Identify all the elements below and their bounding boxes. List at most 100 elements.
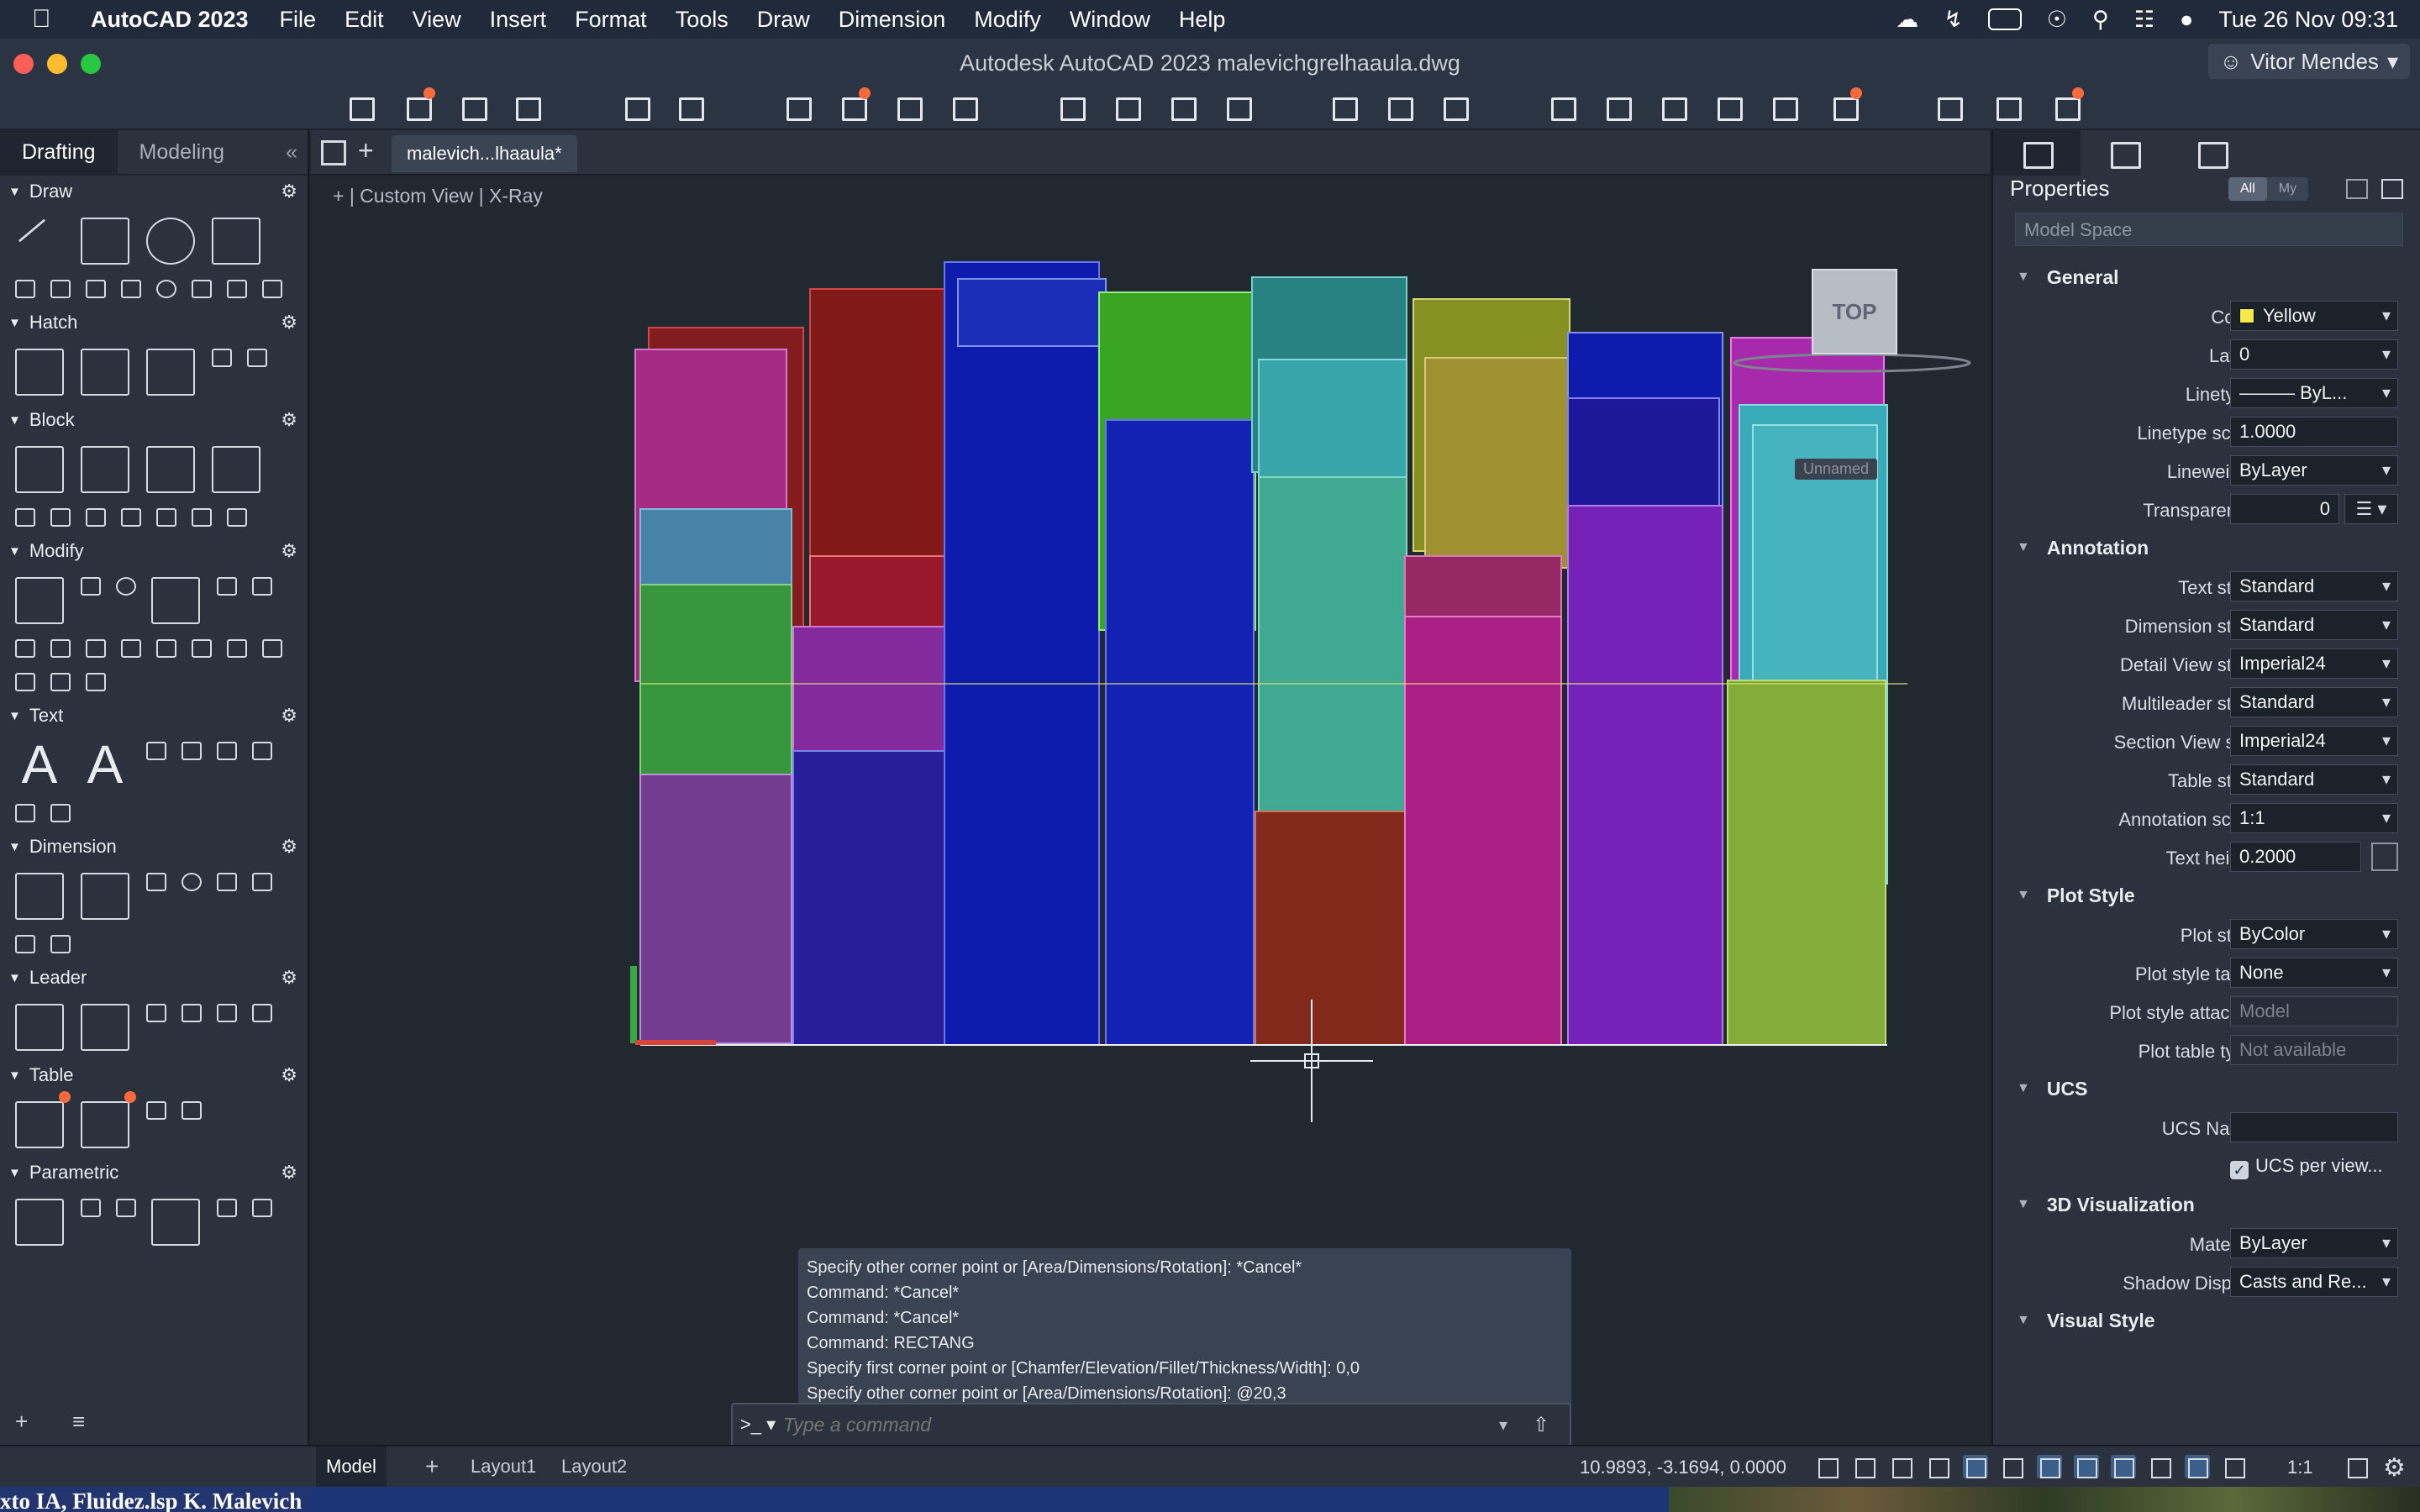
layer-state-icon[interactable] xyxy=(1602,92,1632,121)
annotation-scale-button[interactable]: 1:1 xyxy=(2287,1457,2313,1478)
group-annotation[interactable]: ▼ Annotation xyxy=(1993,528,2420,567)
block-library-icon[interactable] xyxy=(222,503,250,530)
object-snap-tracking-icon[interactable] xyxy=(2148,1455,2173,1478)
lock-icon[interactable] xyxy=(212,1194,240,1221)
spline-icon[interactable] xyxy=(45,275,74,302)
create-block-icon[interactable] xyxy=(76,441,134,496)
quick-dimension-icon[interactable] xyxy=(76,868,134,923)
erase-icon[interactable] xyxy=(187,634,215,661)
new-drawing-icon[interactable] xyxy=(345,92,375,121)
section-dimension-header[interactable]: ▼ Dimension ⚙ xyxy=(0,831,308,863)
break-icon[interactable] xyxy=(222,634,250,661)
xline-icon[interactable] xyxy=(222,275,250,302)
menubar-app-name[interactable]: AutoCAD 2023 xyxy=(91,7,249,33)
group-plot-style[interactable]: ▼ Plot Style xyxy=(1993,876,2420,915)
workspace-icon[interactable] xyxy=(2344,1455,2370,1478)
radius-dimension-icon[interactable] xyxy=(176,868,205,895)
isodraft-icon[interactable] xyxy=(1963,1455,1988,1478)
line-icon[interactable] xyxy=(10,213,69,268)
linetype-dropdown[interactable]: ——— ByL... xyxy=(2230,378,2398,408)
cursor-coordinates[interactable]: 10.9893, -3.1694, 0.0000 xyxy=(1580,1457,1786,1478)
blocks-tab-icon[interactable] xyxy=(2168,130,2255,176)
section-table-header[interactable]: ▼ Table ⚙ xyxy=(0,1059,308,1091)
coincident-icon[interactable] xyxy=(76,1194,104,1221)
plot-style-dropdown[interactable]: ByColor xyxy=(2230,919,2398,949)
battery-icon[interactable] xyxy=(1987,8,2022,30)
copy-icon[interactable] xyxy=(76,572,104,599)
gear-icon[interactable]: ⚙ xyxy=(281,312,297,333)
gear-icon[interactable]: ⚙ xyxy=(281,705,297,727)
menu-help[interactable]: Help xyxy=(1179,7,1226,33)
plot-icon[interactable] xyxy=(781,92,812,121)
ucs-dropdown[interactable]: Unnamed xyxy=(1795,459,1878,480)
attribute-icon[interactable] xyxy=(10,503,39,530)
trim-scissors-icon[interactable] xyxy=(146,572,205,627)
layer-dropdown[interactable]: 0 xyxy=(2230,339,2398,370)
command-prompt-button[interactable]: >_ ▾ xyxy=(733,1414,783,1436)
pick-height-icon[interactable] xyxy=(2371,843,2398,871)
monitor-icon[interactable] xyxy=(2050,87,2084,121)
menu-window[interactable]: Window xyxy=(1070,7,1150,33)
text-style-dropdown[interactable]: Standard xyxy=(2230,571,2398,601)
auto-constrain-icon[interactable] xyxy=(10,1194,69,1249)
add-leader-icon[interactable] xyxy=(141,999,170,1026)
text-style-icon[interactable] xyxy=(141,737,170,764)
grid-icon[interactable] xyxy=(1815,1455,1840,1478)
multileader-style-dropdown[interactable]: Standard xyxy=(2230,687,2398,717)
ucs-name-field[interactable] xyxy=(2230,1112,2398,1142)
extract-table-icon[interactable] xyxy=(176,1096,205,1123)
menu-modify[interactable]: Modify xyxy=(974,7,1041,33)
creative-cloud-icon[interactable]: ☁ xyxy=(1896,7,1918,33)
apple-icon[interactable]:  xyxy=(32,5,66,34)
menu-draw[interactable]: Draw xyxy=(757,7,810,33)
spell-check-icon[interactable] xyxy=(176,737,205,764)
gear-icon[interactable]: ⚙ xyxy=(281,181,297,202)
gear-icon[interactable]: ⚙ xyxy=(281,1162,297,1184)
share-command-icon[interactable]: ⇧ xyxy=(1533,1413,1570,1437)
linetype-scale-field[interactable]: 1.0000 xyxy=(2230,417,2398,447)
explode-icon[interactable] xyxy=(116,634,145,661)
data-link-icon[interactable] xyxy=(141,1096,170,1123)
command-input[interactable] xyxy=(783,1413,1499,1436)
table-icon[interactable] xyxy=(10,1091,71,1152)
polyline-icon[interactable] xyxy=(76,213,134,268)
multiline-icon[interactable] xyxy=(81,275,109,302)
undo-icon[interactable] xyxy=(620,92,650,121)
circle-icon[interactable] xyxy=(141,213,200,268)
edit-block-icon[interactable] xyxy=(141,441,200,496)
color-dropdown[interactable]: Yellow xyxy=(2230,301,2398,331)
parallel-icon[interactable] xyxy=(111,1194,139,1221)
properties-tab-icon[interactable] xyxy=(1993,130,2081,176)
page-setup-icon[interactable] xyxy=(892,92,923,121)
break-dimension-icon[interactable] xyxy=(10,930,39,957)
sync-attributes-icon[interactable] xyxy=(116,503,145,530)
section-view-style-dropdown[interactable]: Imperial24 xyxy=(2230,726,2398,756)
insert-block-icon[interactable] xyxy=(10,441,69,496)
lineweight-dropdown[interactable]: ByLayer xyxy=(2230,455,2398,486)
layer-isolate-icon[interactable] xyxy=(1657,92,1687,121)
find-text-icon[interactable] xyxy=(212,737,240,764)
share-icon[interactable] xyxy=(1933,92,1963,121)
extend-icon[interactable] xyxy=(10,668,39,695)
section-hatch-header[interactable]: ▼ Hatch ⚙ xyxy=(0,307,308,339)
lineweight-icon[interactable] xyxy=(2000,1455,2025,1478)
polygon-icon[interactable] xyxy=(187,275,215,302)
single-line-text-icon[interactable]: A xyxy=(76,737,134,792)
open-drawing-icon[interactable] xyxy=(402,87,435,121)
transparency-dropdown[interactable]: ☰ ▾ xyxy=(2344,494,2398,524)
linear-dimension-icon[interactable] xyxy=(141,868,170,895)
linear-constraint-icon[interactable] xyxy=(146,1194,205,1249)
tab-drafting[interactable]: Drafting xyxy=(0,129,118,175)
extract-data-icon[interactable] xyxy=(187,503,215,530)
gear-icon[interactable]: ⚙ xyxy=(281,540,297,562)
match-properties-icon[interactable] xyxy=(81,668,109,695)
section-parametric-header[interactable]: ▼ Parametric ⚙ xyxy=(0,1157,308,1189)
sketch-icon[interactable] xyxy=(257,275,286,302)
multileader-icon[interactable] xyxy=(10,999,69,1054)
save-icon[interactable] xyxy=(457,92,487,121)
redo-icon[interactable] xyxy=(674,92,704,121)
control-center-icon[interactable]: ☷ xyxy=(2134,7,2154,33)
collapse-palette-icon[interactable]: « xyxy=(286,140,297,165)
text-edit-icon[interactable] xyxy=(10,799,39,826)
quick-select-icon[interactable] xyxy=(2346,179,2368,199)
